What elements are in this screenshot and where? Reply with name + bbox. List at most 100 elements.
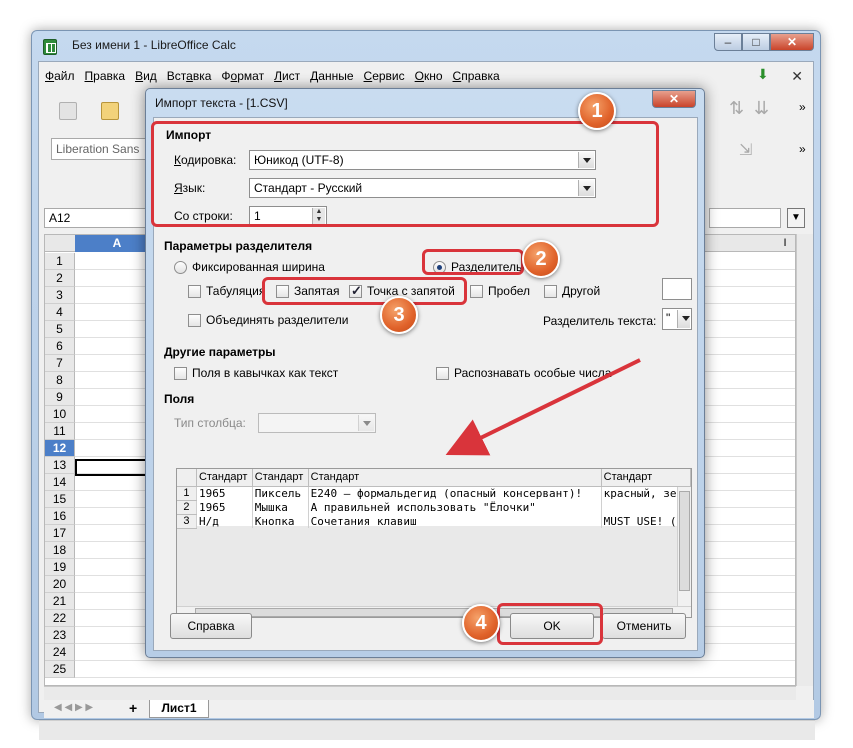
minimize-button[interactable]: – — [714, 33, 742, 51]
preview-col-header-3[interactable]: Стандарт — [308, 469, 602, 487]
other-options-title: Другие параметры — [164, 345, 276, 359]
download-icon[interactable]: ⬇ — [757, 66, 773, 82]
menu-item[interactable]: Лист — [274, 69, 300, 83]
close-button[interactable]: ✕ — [770, 33, 814, 51]
row-header[interactable]: 5 — [45, 321, 75, 338]
row-header[interactable]: 13 — [45, 457, 75, 474]
sort-ascending-icon[interactable]: ⇅ — [729, 98, 744, 119]
preview-cell: Пиксель — [252, 486, 309, 500]
dialog-title: Импорт текста - [1.CSV] — [155, 96, 288, 110]
row-header[interactable]: 24 — [45, 644, 75, 661]
sheet-nav-arrows-icon[interactable]: ◀ ◀ ▶ ▶ — [54, 702, 93, 713]
open-folder-icon[interactable] — [101, 102, 119, 120]
sort-descending-icon[interactable]: ⇊ — [754, 98, 769, 119]
radio-icon — [174, 260, 187, 274]
highlight-import-section — [151, 121, 659, 227]
name-box[interactable]: A12 — [44, 208, 154, 228]
menu-item-text: кно — [423, 69, 443, 83]
row-header[interactable]: 15 — [45, 491, 75, 508]
table-row: 2 1965 Мышка А правильней использовать "… — [177, 500, 691, 515]
preview-col-header-4[interactable]: Стандарт — [601, 469, 691, 487]
row-header[interactable]: 4 — [45, 304, 75, 321]
menu-item[interactable]: Данные — [310, 69, 353, 83]
close-document-icon[interactable]: ✕ — [791, 68, 803, 85]
add-sheet-button[interactable]: + — [129, 700, 137, 716]
menu-item[interactable]: Вид — [135, 69, 157, 83]
horizontal-scrollbar[interactable] — [44, 686, 796, 700]
menu-item[interactable]: Окно — [415, 69, 443, 83]
row-number: 3 — [177, 514, 197, 529]
other-checkbox[interactable]: Другой — [544, 284, 600, 298]
formula-input[interactable] — [709, 208, 781, 228]
other-separator-input[interactable] — [662, 278, 692, 300]
row-header[interactable]: 10 — [45, 406, 75, 423]
window-title: Без имени 1 - LibreOffice Calc — [72, 38, 236, 52]
row-header[interactable]: 25 — [45, 661, 75, 678]
row-header[interactable]: 19 — [45, 559, 75, 576]
fields-preview[interactable]: Стандарт Стандарт Стандарт Стандарт 1 19… — [176, 468, 692, 618]
preview-vertical-thumb[interactable] — [679, 491, 690, 591]
preview-corner — [177, 469, 197, 487]
tab-checkbox[interactable]: Табуляция — [188, 284, 265, 298]
preview-cell: 1965 — [196, 486, 253, 500]
row-header[interactable]: 16 — [45, 508, 75, 525]
merge-delimiters-checkbox[interactable]: Объединять разделители — [188, 313, 348, 327]
menu-item-text: анные — [318, 69, 354, 83]
row-header[interactable]: 9 — [45, 389, 75, 406]
row-header[interactable]: 2 — [45, 270, 75, 287]
detect-special-numbers-label: Распознавать особые числа — [454, 366, 612, 380]
quoted-as-text-checkbox[interactable]: Поля в кавычках как текст — [174, 366, 338, 380]
row-header[interactable]: 14 — [45, 474, 75, 491]
menu-item[interactable]: Формат — [221, 69, 264, 83]
text-delimiter-value: " — [666, 311, 671, 325]
space-checkbox[interactable]: Пробел — [470, 284, 530, 298]
menu-item[interactable]: Справка — [453, 69, 500, 83]
row-header[interactable]: 12 — [45, 440, 75, 457]
formula-expand-button[interactable]: ▼ — [787, 208, 805, 228]
text-delimiter-label: Разделитель текста: — [543, 314, 657, 328]
row-header[interactable]: 20 — [45, 576, 75, 593]
vertical-scrollbar[interactable] — [796, 234, 813, 686]
highlight-separator-checkboxes — [262, 277, 467, 305]
sheet-tab-list1[interactable]: Лист1 — [149, 700, 209, 718]
menu-item-text: айл — [54, 69, 75, 83]
maximize-button[interactable]: □ — [742, 33, 770, 51]
preview-col-header-2[interactable]: Стандарт — [252, 469, 309, 487]
row-header[interactable]: 7 — [45, 355, 75, 372]
menu-item[interactable]: Файл — [45, 69, 75, 83]
merge-delimiters-label: Объединять разделители — [206, 313, 349, 327]
detect-special-numbers-checkbox[interactable]: Распознавать особые числа — [436, 366, 611, 380]
fixed-width-radio[interactable]: Фиксированная ширина — [174, 260, 325, 274]
menu-item-accel: В — [135, 69, 144, 83]
menu-item[interactable]: Вставка — [167, 69, 212, 83]
indent-icon[interactable]: ⇲ — [739, 140, 752, 160]
grid-row-line — [75, 677, 795, 678]
row-header[interactable]: 6 — [45, 338, 75, 355]
row-header[interactable]: 18 — [45, 542, 75, 559]
cancel-button[interactable]: Отменить — [602, 613, 686, 639]
text-delimiter-select[interactable]: " — [662, 308, 692, 330]
menu-item[interactable]: Сервис — [364, 69, 405, 83]
step-badge-4: 4 — [462, 604, 500, 642]
chevron-down-icon[interactable] — [677, 310, 690, 328]
row-header[interactable]: 3 — [45, 287, 75, 304]
toolbar-overflow-icon[interactable]: » — [799, 100, 806, 114]
help-button[interactable]: Справка — [170, 613, 252, 639]
column-header-i[interactable]: I — [775, 235, 795, 252]
row-number: 2 — [177, 500, 197, 515]
checkbox-icon — [544, 284, 557, 298]
row-header[interactable]: 22 — [45, 610, 75, 627]
row-header[interactable]: 1 — [45, 253, 75, 270]
row-header[interactable]: 23 — [45, 627, 75, 644]
checkbox-icon — [174, 366, 187, 380]
column-type-select[interactable] — [258, 413, 376, 433]
row-header[interactable]: 17 — [45, 525, 75, 542]
menu-item[interactable]: Правка — [85, 69, 126, 83]
row-header[interactable]: 8 — [45, 372, 75, 389]
dialog-close-button[interactable]: ✕ — [652, 90, 696, 108]
toolbar2-overflow-icon[interactable]: » — [799, 142, 806, 156]
new-document-icon[interactable] — [59, 102, 77, 120]
row-header[interactable]: 21 — [45, 593, 75, 610]
preview-col-header-1[interactable]: Стандарт — [196, 469, 253, 487]
row-header[interactable]: 11 — [45, 423, 75, 440]
